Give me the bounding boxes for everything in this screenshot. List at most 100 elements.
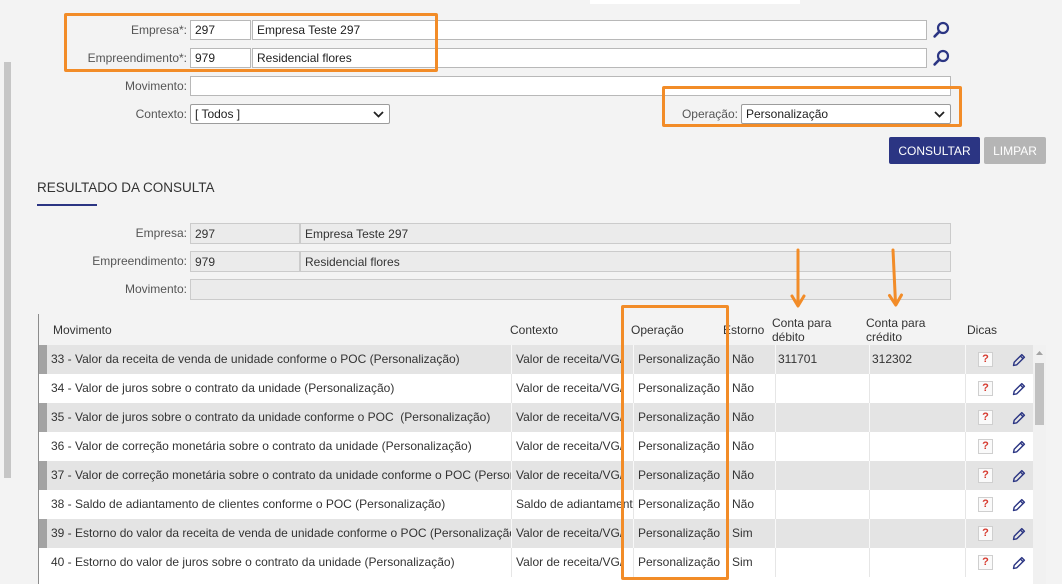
scrollbar-thumb[interactable] bbox=[1035, 363, 1044, 425]
edit-button[interactable] bbox=[1011, 352, 1027, 368]
col-header-estorno[interactable]: Estorno bbox=[723, 323, 764, 337]
row-marker bbox=[39, 345, 47, 374]
cell-conta-credito bbox=[869, 432, 965, 461]
movimento-input[interactable] bbox=[190, 76, 951, 96]
table-row[interactable]: 38 - Saldo de adiantamento de clientes c… bbox=[39, 490, 1033, 519]
cell-operacao: Personalização bbox=[633, 519, 727, 548]
empreendimento-label: Empreendimento*: bbox=[87, 51, 187, 65]
result-movimento-label: Movimento: bbox=[124, 282, 187, 296]
arrow-down-icon bbox=[790, 248, 806, 308]
cell-conta-debito bbox=[775, 432, 869, 461]
empresa-code-input[interactable] bbox=[190, 20, 251, 40]
col-header-conta-credito[interactable]: Conta para crédito bbox=[866, 316, 930, 344]
pencil-icon bbox=[1012, 527, 1026, 540]
table-row[interactable]: 39 - Estorno do valor da receita de vend… bbox=[39, 519, 1033, 548]
cell-conta-credito bbox=[869, 374, 965, 403]
cell-dicas: ? bbox=[965, 403, 1005, 432]
edit-button[interactable] bbox=[1011, 381, 1027, 397]
limpar-button[interactable]: LIMPAR bbox=[984, 137, 1046, 164]
chevron-down-icon bbox=[934, 111, 945, 118]
row-marker bbox=[39, 490, 47, 519]
cell-contexto: Valor de receita/VG/ bbox=[511, 519, 633, 548]
page-scrollbar[interactable] bbox=[4, 62, 11, 478]
help-icon[interactable]: ? bbox=[978, 497, 993, 512]
help-icon[interactable]: ? bbox=[978, 439, 993, 454]
col-header-dicas: Dicas bbox=[967, 323, 998, 337]
cell-movimento: 33 - Valor da receita de venda de unidad… bbox=[51, 352, 460, 366]
cell-operacao: Personalização bbox=[633, 490, 727, 519]
cell-edit bbox=[1005, 432, 1033, 461]
pencil-icon bbox=[1012, 440, 1026, 453]
operacao-select[interactable]: Personalização bbox=[741, 104, 951, 124]
cell-movimento: 37 - Valor de correção monetária sobre o… bbox=[51, 468, 511, 482]
table-row[interactable]: 37 - Valor de correção monetária sobre o… bbox=[39, 461, 1033, 490]
result-empresa-name bbox=[300, 223, 951, 244]
col-header-operacao[interactable]: Operação bbox=[631, 323, 684, 337]
cell-conta-debito bbox=[775, 490, 869, 519]
cell-edit bbox=[1005, 345, 1033, 374]
edit-button[interactable] bbox=[1011, 468, 1027, 484]
cell-contexto: Valor de receita/VG/ bbox=[511, 345, 633, 374]
cell-contexto: Valor de receita/VG/ bbox=[511, 548, 633, 577]
edit-button[interactable] bbox=[1011, 497, 1027, 513]
consultar-button[interactable]: CONSULTAR bbox=[889, 137, 980, 164]
edit-button[interactable] bbox=[1011, 439, 1027, 455]
cell-conta-credito: 312302 bbox=[869, 345, 965, 374]
pencil-icon bbox=[1012, 469, 1026, 482]
cell-operacao: Personalização bbox=[633, 403, 727, 432]
col-header-contexto[interactable]: Contexto bbox=[510, 323, 558, 337]
cell-estorno: Sim bbox=[727, 548, 775, 577]
movimento-label: Movimento: bbox=[124, 79, 187, 93]
row-marker bbox=[39, 461, 47, 490]
cell-dicas: ? bbox=[965, 461, 1005, 490]
empreendimento-name-input[interactable] bbox=[252, 48, 927, 68]
cell-operacao: Personalização bbox=[633, 432, 727, 461]
cell-edit bbox=[1005, 519, 1033, 548]
help-icon[interactable]: ? bbox=[978, 352, 993, 367]
results-heading-underline bbox=[37, 204, 97, 206]
top-tab-strip bbox=[590, 0, 800, 4]
cell-dicas: ? bbox=[965, 490, 1005, 519]
empresa-lookup-button[interactable] bbox=[932, 21, 950, 39]
col-header-conta-debito[interactable]: Conta para débito bbox=[772, 316, 836, 344]
edit-button[interactable] bbox=[1011, 555, 1027, 571]
help-icon[interactable]: ? bbox=[978, 468, 993, 483]
cell-conta-credito bbox=[869, 490, 965, 519]
cell-edit bbox=[1005, 490, 1033, 519]
help-icon[interactable]: ? bbox=[978, 410, 993, 425]
cell-edit bbox=[1005, 403, 1033, 432]
empresa-name-input[interactable] bbox=[252, 20, 927, 40]
table-row[interactable]: 40 - Estorno do valor de juros sobre o c… bbox=[39, 548, 1033, 577]
cell-conta-credito bbox=[869, 548, 965, 577]
pencil-icon bbox=[1012, 498, 1026, 511]
edit-button[interactable] bbox=[1011, 410, 1027, 426]
cell-conta-debito bbox=[775, 461, 869, 490]
empreendimento-lookup-button[interactable] bbox=[932, 49, 950, 67]
scroll-up-arrow-icon[interactable] bbox=[1033, 348, 1046, 358]
table-row[interactable]: 34 - Valor de juros sobre o contrato da … bbox=[39, 374, 1033, 403]
cell-conta-credito bbox=[869, 403, 965, 432]
contexto-select[interactable]: [ Todos ] bbox=[190, 104, 390, 124]
results-heading: RESULTADO DA CONSULTA bbox=[37, 180, 215, 195]
help-icon[interactable]: ? bbox=[978, 381, 993, 396]
table-row[interactable]: 36 - Valor de correção monetária sobre o… bbox=[39, 432, 1033, 461]
row-marker bbox=[39, 403, 47, 432]
cell-contexto: Saldo de adiantament bbox=[511, 490, 633, 519]
cell-contexto: Valor de receita/VG/ bbox=[511, 403, 633, 432]
cell-edit bbox=[1005, 461, 1033, 490]
edit-button[interactable] bbox=[1011, 526, 1027, 542]
cell-edit bbox=[1005, 374, 1033, 403]
table-row[interactable]: 33 - Valor da receita de venda de unidad… bbox=[39, 345, 1033, 374]
empreendimento-code-input[interactable] bbox=[190, 48, 251, 68]
help-icon[interactable]: ? bbox=[978, 526, 993, 541]
cell-estorno: Não bbox=[727, 432, 775, 461]
result-empresa-code bbox=[190, 223, 300, 244]
col-header-movimento[interactable]: Movimento bbox=[53, 323, 112, 337]
table-row[interactable]: 35 - Valor de juros sobre o contrato da … bbox=[39, 403, 1033, 432]
help-icon[interactable]: ? bbox=[978, 555, 993, 570]
cell-operacao: Personalização bbox=[633, 548, 727, 577]
cell-contexto: Valor de receita/VG/ bbox=[511, 432, 633, 461]
cell-conta-debito bbox=[775, 374, 869, 403]
cell-edit bbox=[1005, 548, 1033, 577]
table-scrollbar[interactable] bbox=[1033, 345, 1046, 584]
